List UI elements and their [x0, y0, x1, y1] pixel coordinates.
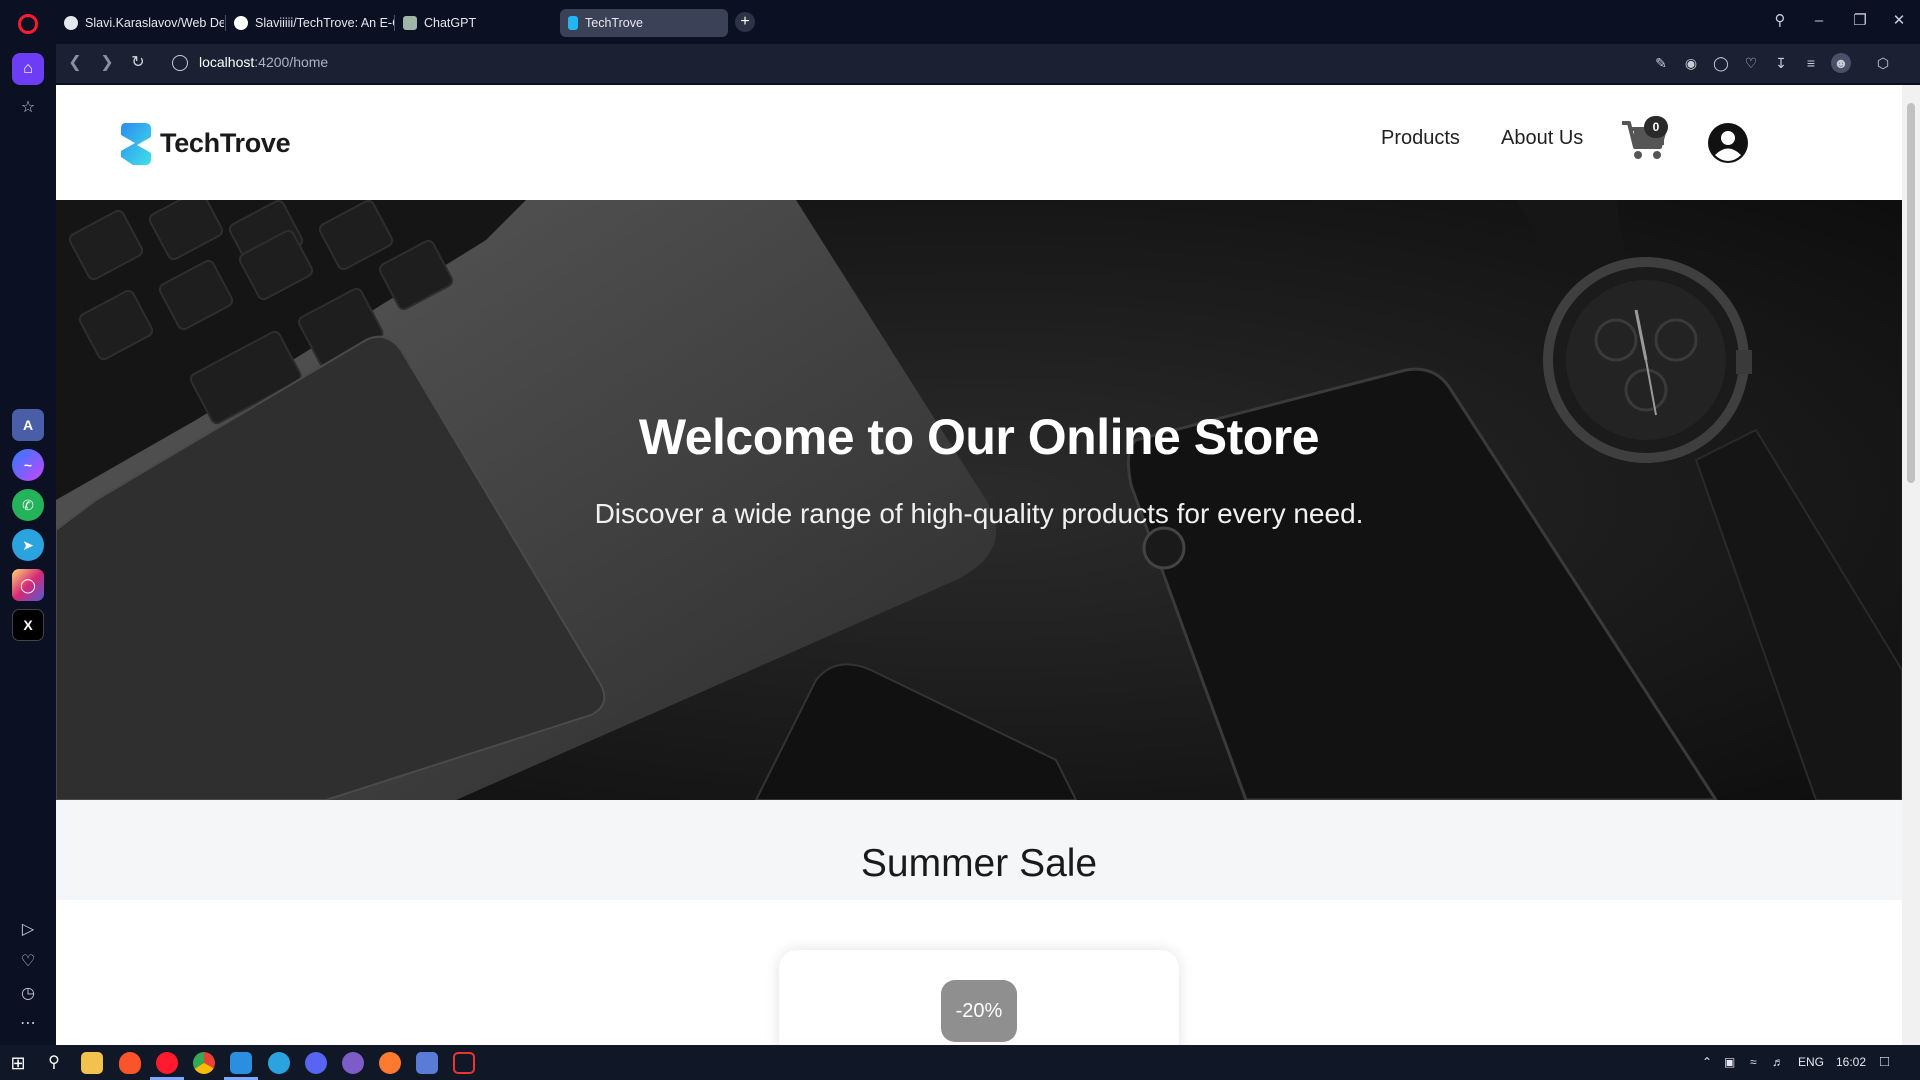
clock-time[interactable]: 16:02	[1836, 1055, 1866, 1069]
section-divider	[56, 900, 1902, 908]
tray-overflow-icon[interactable]: ⌃	[1702, 1055, 1712, 1069]
edit-icon[interactable]: ✎	[1651, 53, 1671, 73]
shield-icon[interactable]: ◯	[1711, 53, 1731, 73]
tab-techtrove[interactable]: TechTrove	[560, 9, 728, 37]
discord-icon[interactable]	[305, 1052, 327, 1074]
site-header: TechTrove Products About Us 0	[56, 85, 1902, 200]
tab-favicon-icon	[64, 16, 78, 30]
new-tab-button[interactable]: +	[735, 12, 755, 32]
brave-icon[interactable]	[119, 1052, 141, 1074]
tab-chatgpt[interactable]: ChatGPT	[395, 9, 545, 37]
telegram-taskbar-icon[interactable]	[268, 1052, 290, 1074]
search-icon[interactable]: ⚲	[43, 1052, 65, 1074]
profile-icon[interactable]: ☻	[1831, 53, 1851, 73]
url-path: :4200/home	[254, 54, 329, 70]
techtrove-logo-icon[interactable]	[119, 121, 153, 167]
scrollbar-thumb[interactable]	[1907, 103, 1915, 483]
sale-product-card[interactable]: -20%	[779, 950, 1179, 1045]
tab-label: Slavi.Karaslavov/Web Dev	[85, 16, 224, 30]
search-tabs-icon[interactable]: ⚲	[1769, 10, 1791, 32]
web-viewport: TechTrove Products About Us 0 Welcome to…	[56, 85, 1920, 1045]
techtrove-favicon-icon	[568, 16, 578, 30]
forward-icon[interactable]: ❯	[96, 52, 118, 74]
chatgpt-icon	[403, 16, 417, 30]
url-host: localhost	[199, 54, 255, 70]
language-indicator[interactable]: ENG	[1798, 1055, 1824, 1069]
reload-icon[interactable]: ↻	[127, 52, 149, 74]
tab-label: ChatGPT	[424, 16, 477, 30]
notifications-icon[interactable]: □	[1880, 1053, 1889, 1070]
browser-tab-bar: Slavi.Karaslavov/Web Dev Slaviiiii/TechT…	[0, 0, 1920, 43]
url-field[interactable]: localhost:4200/home	[199, 54, 328, 70]
github-icon	[234, 16, 248, 30]
cart-count-badge: 0	[1644, 116, 1668, 138]
more-dots-icon[interactable]: ⋯	[12, 1007, 44, 1039]
download-icon[interactable]: ↧	[1771, 53, 1791, 73]
home-icon[interactable]: ⌂	[12, 53, 44, 85]
discount-badge: -20%	[941, 980, 1017, 1042]
back-icon[interactable]: ❮	[64, 52, 86, 74]
tab-label: Slaviiiii/TechTrove: An E-C	[255, 16, 394, 30]
easy-setup-icon[interactable]: ≡	[1801, 53, 1821, 73]
messenger-icon[interactable]: ~	[12, 449, 44, 481]
todo-app-icon[interactable]	[453, 1052, 475, 1074]
opera-logo-icon[interactable]	[18, 14, 38, 34]
vscode-icon[interactable]	[230, 1052, 252, 1074]
nav-about-link[interactable]: About Us	[1501, 127, 1583, 150]
opera-taskbar-icon[interactable]	[156, 1052, 178, 1074]
aria-ai-icon[interactable]: A	[12, 409, 44, 441]
star-icon[interactable]: ☆	[12, 91, 44, 123]
postman-icon[interactable]	[379, 1052, 401, 1074]
volume-icon[interactable]: ♬	[1772, 1055, 1784, 1069]
player-icon[interactable]: ▷	[12, 913, 44, 945]
site-info-icon[interactable]	[172, 55, 188, 71]
extensions-cube-icon[interactable]: ⬡	[1873, 53, 1893, 73]
nav-products-link[interactable]: Products	[1381, 127, 1460, 150]
restore-icon[interactable]: ❐	[1849, 10, 1871, 32]
hero-subtitle: Discover a wide range of high-quality pr…	[594, 498, 1364, 529]
page-scrollbar[interactable]	[1902, 85, 1920, 1045]
summer-sale-section: Summer Sale -20%	[56, 800, 1902, 1045]
whatsapp-icon[interactable]: ✆	[12, 489, 44, 521]
file-explorer-icon[interactable]	[81, 1052, 103, 1074]
camera-icon[interactable]: ◉	[1681, 53, 1701, 73]
heart-icon[interactable]: ♡	[1741, 53, 1761, 73]
chrome-icon[interactable]	[193, 1052, 215, 1074]
x-twitter-icon[interactable]: X	[12, 609, 44, 641]
tab-label: TechTrove	[585, 16, 643, 30]
windows-taskbar: ⊞ ⚲ ⌃ ▣ ≈ ♬ ENG 16:02 □	[0, 1045, 1920, 1080]
tray-display-icon[interactable]: ▣	[1724, 1055, 1735, 1069]
telegram-icon[interactable]: ➤	[12, 529, 44, 561]
brand-name[interactable]: TechTrove	[160, 128, 291, 159]
browser-sidebar: ⌂ ☆ A ~ ✆ ➤ ◯ X ▷ ♡ ◷ ⋯	[0, 43, 56, 1045]
address-bar: ❮ ❯ ↻ localhost:4200/home ✎ ◉ ◯ ♡ ↧ ≡ ☻ …	[56, 44, 1920, 83]
minimize-icon[interactable]: –	[1808, 10, 1830, 32]
user-profile-icon[interactable]	[1707, 122, 1749, 164]
sale-title: Summer Sale	[860, 842, 1098, 885]
close-icon[interactable]: ✕	[1888, 10, 1910, 32]
instagram-icon[interactable]: ◯	[12, 569, 44, 601]
teams-icon[interactable]	[416, 1052, 438, 1074]
windows-start-icon[interactable]: ⊞	[7, 1052, 29, 1074]
wifi-icon[interactable]: ≈	[1750, 1055, 1757, 1069]
tab-slavi-web-dev[interactable]: Slavi.Karaslavov/Web Dev	[56, 9, 224, 37]
hero-banner: Welcome to Our Online Store Discover a w…	[56, 200, 1902, 800]
github-desktop-icon[interactable]	[342, 1052, 364, 1074]
hero-title: Welcome to Our Online Store	[638, 409, 1320, 465]
history-clock-icon[interactable]: ◷	[12, 977, 44, 1009]
tab-github-techtrove[interactable]: Slaviiiii/TechTrove: An E-C	[226, 9, 394, 37]
pinboard-heart-icon[interactable]: ♡	[12, 945, 44, 977]
